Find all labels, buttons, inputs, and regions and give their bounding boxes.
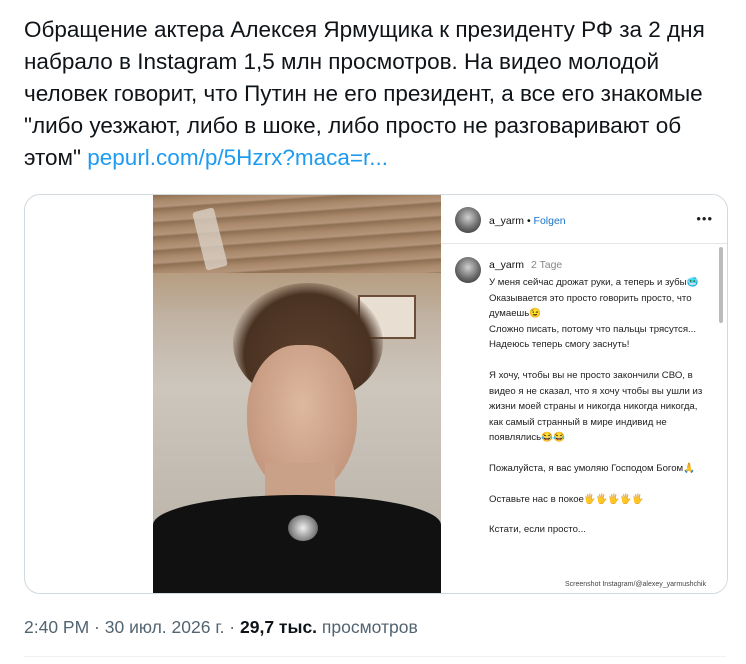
post-caption: У меня сейчас дрожат руки, а теперь и зу… [489,275,707,538]
caption-line: Оказывается это просто говорить просто, … [489,292,692,320]
views-label: просмотров [317,617,418,637]
watermark: Screenshot Instagram/@alexey_yarmushchik [565,581,706,588]
tweet-meta: 2:40 PM · 30 июл. 2026 г. · 29,7 тыс. пр… [24,617,418,638]
caption-paragraph: Оставьте нас в покое🖐🖐🖐🖐🖐 [489,493,644,505]
caption-line: Сложно писать, потому что пальцы трясутс… [489,323,697,335]
comment-username[interactable]: a_yarm [489,259,524,271]
microphone-icon [288,515,318,541]
scrollbar[interactable] [719,247,723,323]
meta-dot: · [224,617,240,637]
caption-line: Надеюсь теперь смогу заснуть! [489,339,630,351]
video-frame[interactable] [153,195,441,593]
person-shirt [153,495,441,593]
tweet-text: Обращение актера Алексея Ярмущика к през… [24,14,724,174]
avatar[interactable] [455,207,481,233]
instagram-post-panel: a_yarm • Folgen ••• a_yarm 2 Tage У меня… [441,195,727,593]
tweet-media[interactable]: a_yarm • Folgen ••• a_yarm 2 Tage У меня… [24,194,728,594]
caption-paragraph: Я хочу, чтобы вы не просто закончили СВО… [489,369,703,444]
caption-line: У меня сейчас дрожат руки, а теперь и зу… [489,277,699,288]
ceiling-decor [153,195,441,273]
username[interactable]: a_yarm [489,215,524,227]
comment-age: 2 Tage [530,259,563,271]
caption-paragraph: Кстати, если просто... [489,524,586,536]
post-author: a_yarm • Folgen [489,215,566,227]
caption-paragraph: Пожалуйста, я вас умоляю Господом Богом🙏 [489,462,696,474]
tweet-time[interactable]: 2:40 PM [24,617,89,637]
tweet-link[interactable]: pepurl.com/p/5Hzrx?maca=r... [87,145,388,170]
more-icon[interactable]: ••• [696,211,713,226]
post-header: a_yarm • Folgen ••• [441,195,727,244]
meta-dot: · [89,617,105,637]
comment-avatar[interactable] [455,257,481,283]
tweet-date[interactable]: 30 июл. 2026 г. [105,617,225,637]
follow-button[interactable]: Folgen [534,215,566,227]
comment-author: a_yarm 2 Tage [489,259,562,271]
separator-dot: • [526,215,531,227]
views-count: 29,7 тыс. [240,617,318,637]
divider [24,656,726,657]
